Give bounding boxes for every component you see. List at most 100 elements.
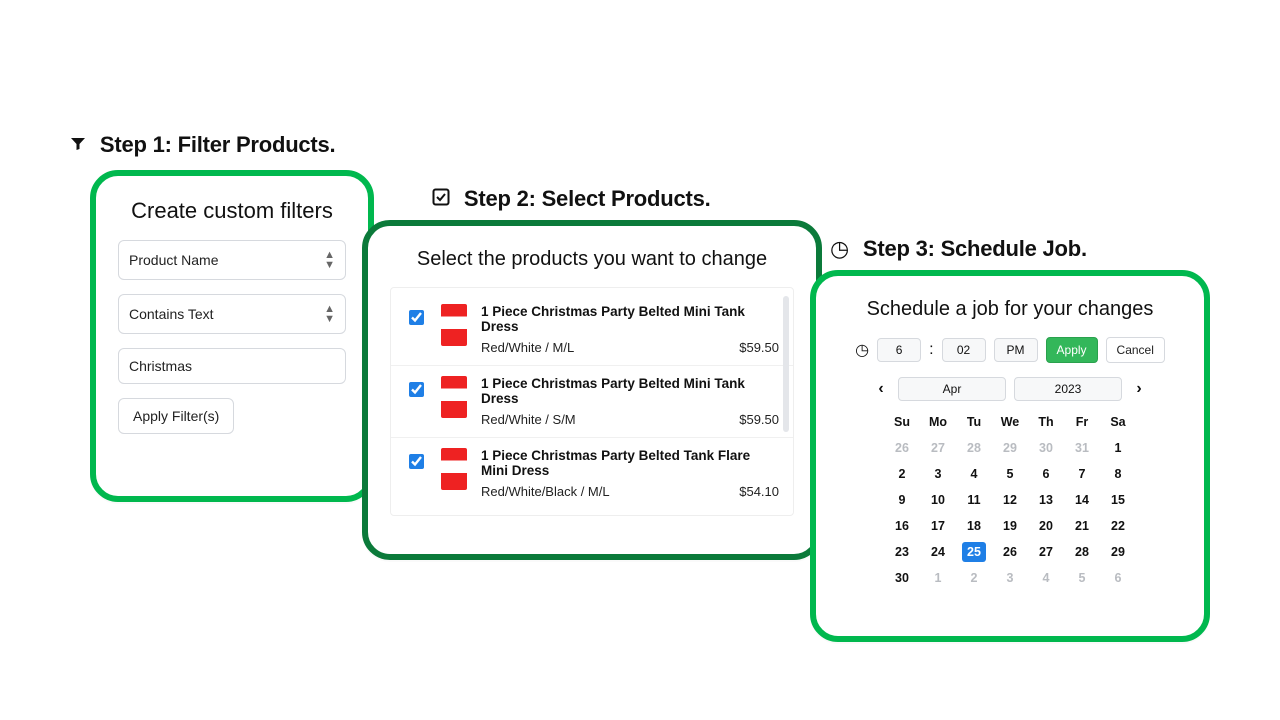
calendar-day[interactable]: 1 <box>1100 435 1136 461</box>
calendar-dow: Th <box>1028 409 1064 435</box>
filter-field-select[interactable]: Product Name ▲▼ <box>118 240 346 280</box>
product-row[interactable]: 1 Piece Christmas Party Belted Tank Flar… <box>391 438 793 509</box>
time-hour-input[interactable]: 6 <box>877 338 921 362</box>
filter-operator-select[interactable]: Contains Text ▲▼ <box>118 294 346 334</box>
product-row[interactable]: 1 Piece Christmas Party Belted Mini Tank… <box>391 294 793 366</box>
step2-panel: Select the products you want to change 1… <box>362 220 822 560</box>
calendar-dow: Fr <box>1064 409 1100 435</box>
calendar-day[interactable]: 5 <box>992 461 1028 487</box>
step2-panel-title: Select the products you want to change <box>390 248 794 271</box>
filter-icon <box>70 132 92 157</box>
calendar-day[interactable]: 11 <box>956 487 992 513</box>
calendar-day[interactable]: 17 <box>920 513 956 539</box>
calendar-day[interactable]: 30 <box>884 565 920 591</box>
calendar-prev-button[interactable]: ‹ <box>872 380 890 398</box>
schedule-apply-button[interactable]: Apply <box>1046 337 1098 363</box>
step1-heading-text: Step 1: Filter Products. <box>100 132 336 157</box>
calendar-day[interactable]: 26 <box>884 435 920 461</box>
step1-panel-title: Create custom filters <box>118 198 346 224</box>
product-checkbox[interactable] <box>409 382 424 397</box>
check-square-icon <box>432 186 456 211</box>
product-price: $59.50 <box>739 412 779 427</box>
calendar-day[interactable]: 30 <box>1028 435 1064 461</box>
calendar-day[interactable]: 7 <box>1064 461 1100 487</box>
product-price: $59.50 <box>739 340 779 355</box>
calendar-day[interactable]: 16 <box>884 513 920 539</box>
calendar-day[interactable]: 24 <box>920 539 956 565</box>
calendar-day[interactable]: 15 <box>1100 487 1136 513</box>
product-thumbnail <box>441 448 467 490</box>
calendar-day[interactable]: 5 <box>1064 565 1100 591</box>
scrollbar[interactable] <box>783 296 789 432</box>
calendar-day[interactable]: 22 <box>1100 513 1136 539</box>
apply-filters-button[interactable]: Apply Filter(s) <box>118 398 234 434</box>
calendar-day[interactable]: 27 <box>1028 539 1064 565</box>
product-thumbnail <box>441 304 467 346</box>
calendar-day[interactable]: 18 <box>956 513 992 539</box>
schedule-cancel-button[interactable]: Cancel <box>1106 337 1165 363</box>
calendar-day[interactable]: 23 <box>884 539 920 565</box>
calendar-day[interactable]: 27 <box>920 435 956 461</box>
calendar-day[interactable]: 29 <box>1100 539 1136 565</box>
time-ampm-input[interactable]: PM <box>994 338 1038 362</box>
step1-heading: Step 1: Filter Products. <box>70 132 335 158</box>
calendar-year-select[interactable]: 2023 <box>1014 377 1122 401</box>
calendar-day[interactable]: 2 <box>884 461 920 487</box>
calendar-grid: SuMoTuWeThFrSa 2627282930311234567891011… <box>884 409 1136 591</box>
calendar-day[interactable]: 8 <box>1100 461 1136 487</box>
calendar-dow: Sa <box>1100 409 1136 435</box>
calendar-day[interactable]: 4 <box>1028 565 1064 591</box>
calendar-day[interactable]: 4 <box>956 461 992 487</box>
product-checkbox[interactable] <box>409 454 424 469</box>
calendar-day[interactable]: 21 <box>1064 513 1100 539</box>
clock-icon <box>855 340 869 360</box>
step2-heading-text: Step 2: Select Products. <box>464 186 711 211</box>
filter-operator-value: Contains Text <box>129 306 214 322</box>
calendar-day[interactable]: 1 <box>920 565 956 591</box>
calendar-month-select[interactable]: Apr <box>898 377 1006 401</box>
chevron-updown-icon: ▲▼ <box>324 250 335 270</box>
step3-heading: Step 3: Schedule Job. <box>830 236 1087 262</box>
calendar-dow: Su <box>884 409 920 435</box>
calendar-day[interactable]: 10 <box>920 487 956 513</box>
product-row[interactable]: 1 Piece Christmas Party Belted Mini Tank… <box>391 366 793 438</box>
product-name: 1 Piece Christmas Party Belted Tank Flar… <box>481 448 779 478</box>
time-colon: : <box>929 341 933 359</box>
calendar-day[interactable]: 12 <box>992 487 1028 513</box>
product-list: 1 Piece Christmas Party Belted Mini Tank… <box>390 287 794 516</box>
product-checkbox[interactable] <box>409 310 424 325</box>
calendar-day[interactable]: 19 <box>992 513 1028 539</box>
calendar-day[interactable]: 9 <box>884 487 920 513</box>
calendar-day[interactable]: 6 <box>1028 461 1064 487</box>
calendar-day[interactable]: 20 <box>1028 513 1064 539</box>
calendar-day[interactable]: 2 <box>956 565 992 591</box>
calendar-next-button[interactable]: › <box>1130 380 1148 398</box>
calendar-day[interactable]: 13 <box>1028 487 1064 513</box>
product-variant: Red/White/Black / M/L <box>481 484 610 499</box>
calendar-day[interactable]: 25 <box>956 539 992 565</box>
product-variant: Red/White / M/L <box>481 340 574 355</box>
calendar-dow: Tu <box>956 409 992 435</box>
calendar-day[interactable]: 28 <box>956 435 992 461</box>
calendar-day[interactable]: 26 <box>992 539 1028 565</box>
calendar-day[interactable]: 3 <box>992 565 1028 591</box>
calendar-dow: Mo <box>920 409 956 435</box>
product-variant: Red/White / S/M <box>481 412 576 427</box>
calendar-day[interactable]: 14 <box>1064 487 1100 513</box>
product-thumbnail <box>441 376 467 418</box>
chevron-updown-icon: ▲▼ <box>324 304 335 324</box>
filter-value-input[interactable]: Christmas <box>118 348 346 384</box>
step2-heading: Step 2: Select Products. <box>432 186 710 212</box>
calendar-day[interactable]: 29 <box>992 435 1028 461</box>
step3-panel-title: Schedule a job for your changes <box>838 298 1182 321</box>
step1-panel: Create custom filters Product Name ▲▼ Co… <box>90 170 374 502</box>
calendar-dow: We <box>992 409 1028 435</box>
filter-field-value: Product Name <box>129 252 218 268</box>
step3-panel: Schedule a job for your changes 6 : 02 P… <box>810 270 1210 642</box>
calendar-day[interactable]: 28 <box>1064 539 1100 565</box>
product-price: $54.10 <box>739 484 779 499</box>
calendar-day[interactable]: 3 <box>920 461 956 487</box>
time-minute-input[interactable]: 02 <box>942 338 986 362</box>
calendar-day[interactable]: 31 <box>1064 435 1100 461</box>
calendar-day[interactable]: 6 <box>1100 565 1136 591</box>
